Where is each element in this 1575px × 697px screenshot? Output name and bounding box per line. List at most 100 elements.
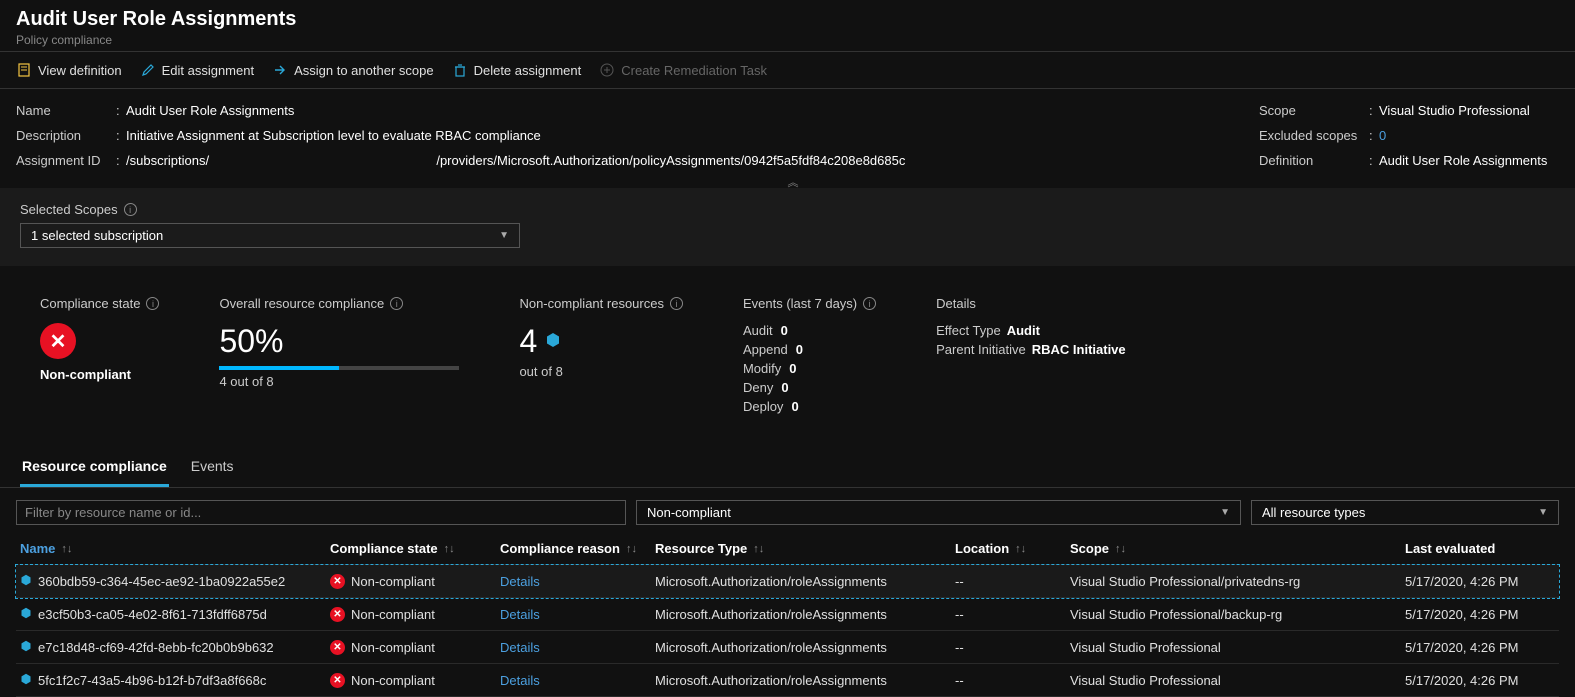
location-cell: -- (955, 673, 1070, 688)
noncompliant-count: 4 (519, 323, 537, 360)
sort-icon: ↑↓ (444, 543, 455, 555)
view-definition-button[interactable]: View definition (16, 62, 122, 78)
trash-icon (452, 62, 468, 78)
resource-icon (20, 573, 32, 589)
progress-bar (219, 366, 459, 370)
compliance-state-cell: ✕Non-compliant (330, 673, 500, 688)
create-remediation-button: Create Remediation Task (599, 62, 767, 78)
info-icon[interactable]: i (390, 297, 403, 310)
chevron-down-icon: ▼ (1220, 507, 1230, 518)
noncompliant-icon: ✕ (40, 323, 76, 359)
tab-resource-compliance[interactable]: Resource compliance (20, 448, 169, 487)
col-reason[interactable]: Compliance reason↑↓ (500, 541, 655, 556)
location-cell: -- (955, 640, 1070, 655)
table-row[interactable]: e3cf50b3-ca05-4e02-8f61-713fdff6875d✕Non… (16, 598, 1559, 631)
scope-label: Scope (1259, 103, 1369, 118)
details-link[interactable]: Details (500, 673, 540, 688)
info-icon[interactable]: i (863, 297, 876, 310)
compliance-table: Name↑↓ Compliance state↑↓ Compliance rea… (0, 533, 1575, 697)
resource-name-link[interactable]: e7c18d48-cf69-42fd-8ebb-fc20b0b9b632 (20, 639, 330, 655)
compliance-state-cell: ✕Non-compliant (330, 574, 500, 589)
plus-circle-icon (599, 62, 615, 78)
excluded-scopes-value[interactable]: 0 (1379, 128, 1386, 143)
table-row[interactable]: e7c18d48-cf69-42fd-8ebb-fc20b0b9b632✕Non… (16, 631, 1559, 664)
scope-cell: Visual Studio Professional (1070, 673, 1405, 688)
info-icon[interactable]: i (670, 297, 683, 310)
collapse-chevron-icon[interactable]: ︽ (788, 174, 799, 190)
events-block: Events (last 7 days) i Audit0 Append0 Mo… (743, 296, 876, 418)
table-header: Name↑↓ Compliance state↑↓ Compliance rea… (16, 533, 1559, 565)
pencil-icon (140, 62, 156, 78)
scope-select[interactable]: 1 selected subscription ▼ (20, 223, 520, 248)
compliance-state-cell: ✕Non-compliant (330, 640, 500, 655)
noncompliant-icon: ✕ (330, 673, 345, 688)
resource-type-cell: Microsoft.Authorization/roleAssignments (655, 673, 955, 688)
table-row[interactable]: 5fc1f2c7-43a5-4b96-b12f-b7df3a8f668c✕Non… (16, 664, 1559, 697)
metadata-section: Name : Audit User Role Assignments Descr… (0, 89, 1575, 188)
name-value: Audit User Role Assignments (126, 103, 294, 118)
table-row[interactable]: 360bdb59-c364-45ec-ae92-1ba0922a55e2✕Non… (16, 565, 1559, 598)
sort-icon: ↑↓ (1115, 543, 1126, 555)
overall-compliance-block: Overall resource compliance i 50% 4 out … (219, 296, 459, 418)
scope-cell: Visual Studio Professional (1070, 640, 1405, 655)
tab-events[interactable]: Events (189, 448, 236, 487)
page-subtitle: Policy compliance (16, 33, 1559, 47)
info-icon[interactable]: i (146, 297, 159, 310)
description-label: Description (16, 128, 116, 143)
resource-name-link[interactable]: 5fc1f2c7-43a5-4b96-b12f-b7df3a8f668c (20, 672, 330, 688)
progress-fill (219, 366, 339, 370)
location-cell: -- (955, 607, 1070, 622)
info-icon[interactable]: i (124, 203, 137, 216)
toolbar: View definition Edit assignment Assign t… (0, 52, 1575, 89)
resource-icon (545, 332, 561, 351)
compliance-filter-select[interactable]: Non-compliant ▼ (636, 500, 1241, 525)
location-cell: -- (955, 574, 1070, 589)
noncompliant-icon: ✕ (330, 607, 345, 622)
definition-label: Definition (1259, 153, 1369, 168)
noncompliant-icon: ✕ (330, 640, 345, 655)
resource-name-link[interactable]: 360bdb59-c364-45ec-ae92-1ba0922a55e2 (20, 573, 330, 589)
noncompliant-sub: out of 8 (519, 364, 683, 379)
assign-scope-button[interactable]: Assign to another scope (272, 62, 433, 78)
sort-icon: ↑↓ (61, 543, 72, 555)
resource-name-link[interactable]: e3cf50b3-ca05-4e02-8f61-713fdff6875d (20, 606, 330, 622)
col-state[interactable]: Compliance state↑↓ (330, 541, 500, 556)
details-block: Details Effect TypeAudit Parent Initiati… (936, 296, 1126, 418)
filters-row: Non-compliant ▼ All resource types ▼ (0, 488, 1575, 533)
sort-icon: ↑↓ (1015, 543, 1026, 555)
sort-icon: ↑↓ (753, 543, 764, 555)
col-location[interactable]: Location↑↓ (955, 541, 1070, 556)
filter-input[interactable] (16, 500, 626, 525)
chevron-down-icon: ▼ (499, 230, 509, 241)
assignment-id-label: Assignment ID (16, 153, 116, 168)
resource-type-cell: Microsoft.Authorization/roleAssignments (655, 574, 955, 589)
details-link[interactable]: Details (500, 607, 540, 622)
details-link[interactable]: Details (500, 640, 540, 655)
excluded-scopes-label: Excluded scopes (1259, 128, 1369, 143)
description-value: Initiative Assignment at Subscription le… (126, 128, 541, 143)
edit-assignment-button[interactable]: Edit assignment (140, 62, 255, 78)
arrow-right-icon (272, 62, 288, 78)
col-type[interactable]: Resource Type↑↓ (655, 541, 955, 556)
scope-cell: Visual Studio Professional/privatedns-rg (1070, 574, 1405, 589)
noncompliant-icon: ✕ (330, 574, 345, 589)
col-scope[interactable]: Scope↑↓ (1070, 541, 1405, 556)
chevron-down-icon: ▼ (1538, 507, 1548, 518)
resource-icon (20, 606, 32, 622)
last-evaluated-cell: 5/17/2020, 4:26 PM (1405, 574, 1555, 589)
document-icon (16, 62, 32, 78)
col-name[interactable]: Name↑↓ (20, 541, 330, 556)
delete-assignment-button[interactable]: Delete assignment (452, 62, 582, 78)
page-title: Audit User Role Assignments (16, 8, 1559, 31)
details-link[interactable]: Details (500, 574, 540, 589)
selected-scopes-label: Selected Scopes (20, 202, 118, 217)
assignment-id-value: /subscriptions/ /providers/Microsoft.Aut… (126, 153, 905, 168)
compliance-state-value: Non-compliant (40, 367, 159, 382)
resource-type-filter-select[interactable]: All resource types ▼ (1251, 500, 1559, 525)
col-eval[interactable]: Last evaluated (1405, 541, 1555, 556)
resource-icon (20, 639, 32, 655)
overall-sub: 4 out of 8 (219, 374, 459, 389)
sort-icon: ↑↓ (626, 543, 637, 555)
last-evaluated-cell: 5/17/2020, 4:26 PM (1405, 607, 1555, 622)
stats-section: Compliance state i ✕ Non-compliant Overa… (0, 266, 1575, 448)
